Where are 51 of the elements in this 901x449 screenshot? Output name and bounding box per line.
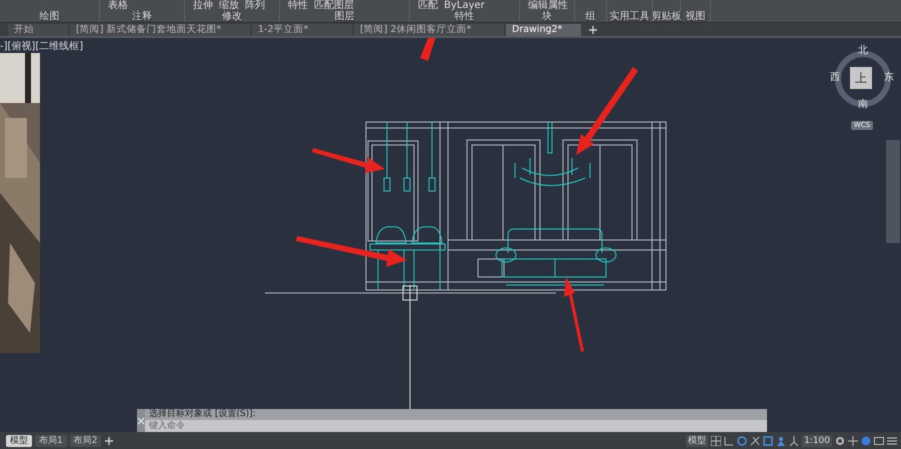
panel-title[interactable]: 特性	[454, 11, 474, 22]
panel-title[interactable]: 视图	[686, 11, 706, 22]
osnap-icon[interactable]	[763, 436, 774, 446]
file-tab[interactable]: 开始	[8, 24, 68, 36]
window-icon[interactable]	[874, 436, 884, 446]
ribbon-button[interactable]: 特性	[288, 0, 308, 11]
layout-tab[interactable]: 模型	[6, 434, 32, 446]
file-tab[interactable]: 1-2平立面*	[252, 24, 352, 36]
menu-icon[interactable]	[887, 436, 897, 446]
layout-tab[interactable]: 布局1	[35, 434, 67, 446]
ribbon-button[interactable]: 缩放	[219, 0, 239, 11]
ribbon-button[interactable]: 匹配图层	[314, 0, 354, 11]
command-input[interactable]: 键入命令	[145, 420, 767, 432]
panel-title[interactable]: 图层	[334, 11, 354, 22]
add-layout-icon[interactable]	[104, 436, 114, 446]
close-icon[interactable]	[137, 416, 145, 424]
panel-title[interactable]: 修改	[222, 11, 242, 22]
panel-title[interactable]: 绘图	[40, 11, 60, 22]
grid-icon[interactable]	[711, 436, 722, 446]
compass-label[interactable]: 北	[858, 46, 868, 56]
scale-button[interactable]: 1:100	[802, 434, 832, 446]
compass-label[interactable]: 西	[830, 73, 840, 83]
ribbon-button[interactable]: 阵列	[245, 0, 265, 11]
compass-label[interactable]: 东	[884, 73, 894, 83]
ribbon-button[interactable]: 匹配	[418, 0, 438, 11]
plus-icon[interactable]	[848, 436, 858, 446]
view-cube-face[interactable]: 上	[850, 67, 872, 89]
panel-title[interactable]: 注释	[132, 11, 152, 22]
ribbon-button[interactable]: 编辑属性	[528, 0, 568, 11]
viewport-label[interactable]: -][俯视][二维线框]	[0, 39, 84, 53]
ribbon-button[interactable]: ByLayer	[444, 0, 485, 11]
file-tab[interactable]: Drawing2*	[506, 24, 581, 36]
file-tab[interactable]: [简阅] 2休闲图客厅立面*	[354, 24, 504, 36]
layout-tab[interactable]: 布局2	[70, 434, 102, 446]
model-space-button[interactable]: 模型	[686, 434, 708, 446]
person-icon[interactable]	[776, 436, 786, 446]
snap-icon[interactable]	[750, 436, 760, 446]
settings-icon[interactable]	[835, 436, 845, 446]
panel-title[interactable]: 实用工具	[610, 11, 650, 22]
ortho-icon[interactable]	[724, 436, 734, 446]
panel-title[interactable]: 剪贴板	[652, 11, 682, 22]
panel-title[interactable]: 块	[542, 11, 552, 22]
file-tab[interactable]: [简阅] 新式储备门套地面天花图*	[70, 24, 250, 36]
command-history: 选择目标对象或 [设置(S)]:	[145, 409, 767, 420]
isolate-icon[interactable]	[861, 436, 871, 446]
panel-title[interactable]: 组	[586, 11, 596, 22]
ribbon-button[interactable]: 拉伸	[193, 0, 213, 11]
compass-label[interactable]: 南	[858, 100, 868, 110]
polar-icon[interactable]	[737, 436, 748, 446]
add-tab-icon[interactable]	[587, 24, 599, 36]
ribbon-button[interactable]: 表格	[108, 0, 128, 11]
